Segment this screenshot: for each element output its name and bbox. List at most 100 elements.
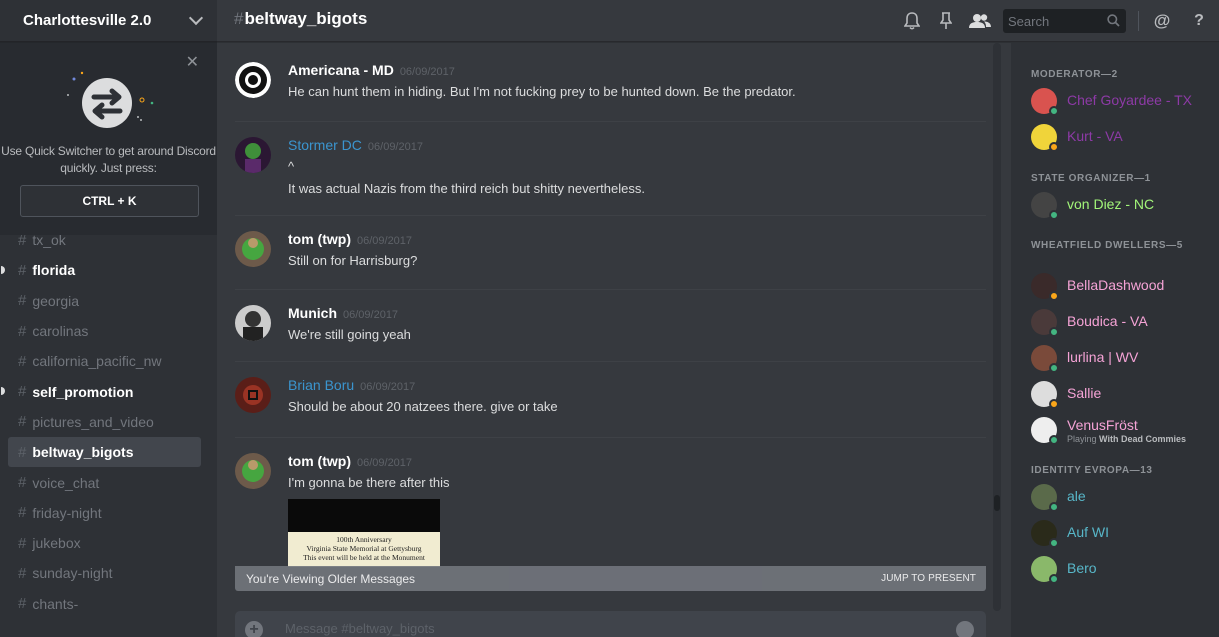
channel-item[interactable]: # friday-night xyxy=(8,498,201,528)
channel-item[interactable]: # self_promotion xyxy=(1,376,201,406)
role-header: MODERATOR—2 xyxy=(1031,69,1118,80)
channel-item[interactable]: # voice_chat xyxy=(8,467,201,497)
message-divider xyxy=(235,437,986,438)
channel-name: chants- xyxy=(32,595,79,612)
channel-item[interactable]: # georgia xyxy=(8,286,201,316)
message-body: tom (twp) 06/09/2017 Still on for Harrisbu… xyxy=(288,231,978,271)
mention-icon[interactable]: @ xyxy=(1145,0,1179,42)
member-item[interactable]: von Diez - NC xyxy=(1031,191,1219,224)
member-item[interactable]: Boudica - VA xyxy=(1031,309,1219,341)
server-header[interactable]: Charlottesville 2.0 xyxy=(0,0,217,42)
message-divider xyxy=(235,361,986,362)
channel-hash-icon: # xyxy=(18,322,27,340)
jump-to-present-button[interactable]: JUMP TO PRESENT xyxy=(881,573,976,584)
avatar[interactable] xyxy=(235,231,271,267)
message-author[interactable]: tom (twp) xyxy=(288,453,351,469)
channel-name: sunday-night xyxy=(32,565,113,582)
channel-item[interactable]: # carolinas xyxy=(8,316,201,346)
message-divider xyxy=(235,121,986,122)
image-attachment[interactable]: 100th Anniversary Virginia State Memoria… xyxy=(288,499,440,567)
header-toolbar: @ ? xyxy=(895,0,1219,42)
channel-name: friday-night xyxy=(32,504,102,521)
toolbar-divider xyxy=(1138,11,1139,31)
role-header: IDENTITY EVROPA—13 xyxy=(1031,465,1153,477)
channel-item[interactable]: # jukebox xyxy=(8,528,201,558)
channel-item[interactable]: # beltway_bigots xyxy=(8,437,201,468)
member-item[interactable]: VenusFröst Playing With Dead Commies xyxy=(1031,416,1219,449)
member-item[interactable]: Auf WI xyxy=(1031,520,1219,552)
older-messages-text: You're Viewing Older Messages xyxy=(246,571,416,586)
message-composer: + xyxy=(235,611,986,637)
message-author[interactable]: Americana - MD xyxy=(288,62,394,78)
pin-icon[interactable] xyxy=(929,0,963,42)
avatar[interactable] xyxy=(235,62,271,98)
channel-item[interactable]: # sunday-night xyxy=(8,558,201,588)
avatar[interactable] xyxy=(235,137,271,173)
notification-bell-icon[interactable] xyxy=(895,0,929,42)
channel-name: beltway_bigots xyxy=(32,444,134,461)
quick-switcher-popup: ✕ Use Quick Switcher to get around Disco… xyxy=(0,43,217,235)
message-timestamp: 06/09/2017 xyxy=(356,235,413,247)
message-author[interactable]: Stormer DC xyxy=(288,137,362,153)
channel-hash-icon: # xyxy=(18,352,27,370)
status-online-icon xyxy=(1049,434,1059,445)
help-icon[interactable]: ? xyxy=(1179,0,1219,42)
quick-switcher-arrows-icon xyxy=(67,71,154,128)
channel-sidebar: Charlottesville 2.0 # tx_ok # florida # georg… xyxy=(0,0,217,637)
status-online-icon xyxy=(1049,574,1059,584)
message-author[interactable]: Brian Boru xyxy=(288,377,354,393)
message-text: It was actual Nazis from the third reich… xyxy=(288,181,645,196)
channel-name: california_pacific_nw xyxy=(32,353,162,370)
channel-item[interactable]: # chants- xyxy=(8,589,201,619)
channel-item[interactable]: # california_pacific_nw xyxy=(8,346,201,376)
member-list: MODERATOR—2 Chef Goyardee - TX Kurt - VA ST… xyxy=(1011,43,1219,637)
channel-title-text: beltway_bigots xyxy=(244,9,368,28)
older-messages-banner[interactable]: You're Viewing Older Messages JUMP TO PR… xyxy=(235,566,986,591)
member-item[interactable]: ale xyxy=(1031,484,1219,516)
member-name: BellaDashwood xyxy=(1067,277,1165,294)
channel-item[interactable]: # pictures_and_video xyxy=(8,407,201,437)
message-author[interactable]: tom (twp) xyxy=(288,231,351,247)
message-timestamp: 06/09/2017 xyxy=(343,309,399,321)
message-text: I'm gonna be there after this xyxy=(288,475,450,490)
member-item[interactable]: Kurt - VA xyxy=(1031,123,1219,156)
quick-switcher-text: Use Quick Switcher to get around Discord… xyxy=(1,144,216,175)
member-item[interactable]: lurlina | WV xyxy=(1031,345,1219,377)
message-header: Americana - MD 06/09/2017 xyxy=(288,62,978,80)
avatar[interactable] xyxy=(235,305,271,341)
chevron-down-icon[interactable] xyxy=(188,10,204,26)
member-name: VenusFröst xyxy=(1067,416,1138,433)
attachment-flyer: 100th Anniversary Virginia State Memoria… xyxy=(288,532,440,567)
avatar[interactable] xyxy=(235,453,271,489)
attachment-dark-band xyxy=(288,499,440,532)
member-item[interactable]: Bero xyxy=(1031,556,1219,588)
message-text: Still on for Harrisburg? xyxy=(288,253,418,268)
message-author[interactable]: Munich xyxy=(288,305,337,321)
member-item[interactable]: Sallie xyxy=(1031,380,1219,413)
close-icon[interactable]: ✕ xyxy=(186,55,199,71)
member-list-icon[interactable] xyxy=(963,0,997,42)
message-scrollbar-thumb[interactable] xyxy=(994,495,1000,511)
message-text: He can hunt them in hiding. But I'm not … xyxy=(288,84,796,99)
member-item[interactable]: Chef Goyardee - TX xyxy=(1031,88,1219,120)
message-divider xyxy=(235,289,986,290)
message-timestamp: 06/09/2017 xyxy=(399,66,455,78)
message-header: Munich 06/09/2017 xyxy=(288,305,978,323)
search-input[interactable] xyxy=(1008,13,1108,29)
member-name: von Diez - NC xyxy=(1067,195,1155,212)
upload-plus-icon[interactable]: + xyxy=(245,621,263,637)
member-item[interactable]: BellaDashwood xyxy=(1031,273,1219,305)
status-online-icon xyxy=(1049,327,1059,338)
channel-item[interactable]: # florida xyxy=(1,255,201,285)
flyer-line-2: Virginia State Memorial at Gettysburg xyxy=(306,544,422,553)
emoji-picker-icon[interactable] xyxy=(956,621,974,637)
avatar[interactable] xyxy=(235,377,271,413)
message-scrollbar-track[interactable] xyxy=(993,43,1001,611)
channel-hash-icon: # xyxy=(18,292,27,310)
search-box[interactable] xyxy=(1003,9,1126,33)
message-timestamp: 06/09/2017 xyxy=(356,457,413,469)
quick-switcher-shortcut-button[interactable]: CTRL + K xyxy=(20,185,199,217)
status-online-icon xyxy=(1049,502,1059,513)
message-input[interactable] xyxy=(285,621,885,636)
unread-indicator xyxy=(1,387,5,396)
